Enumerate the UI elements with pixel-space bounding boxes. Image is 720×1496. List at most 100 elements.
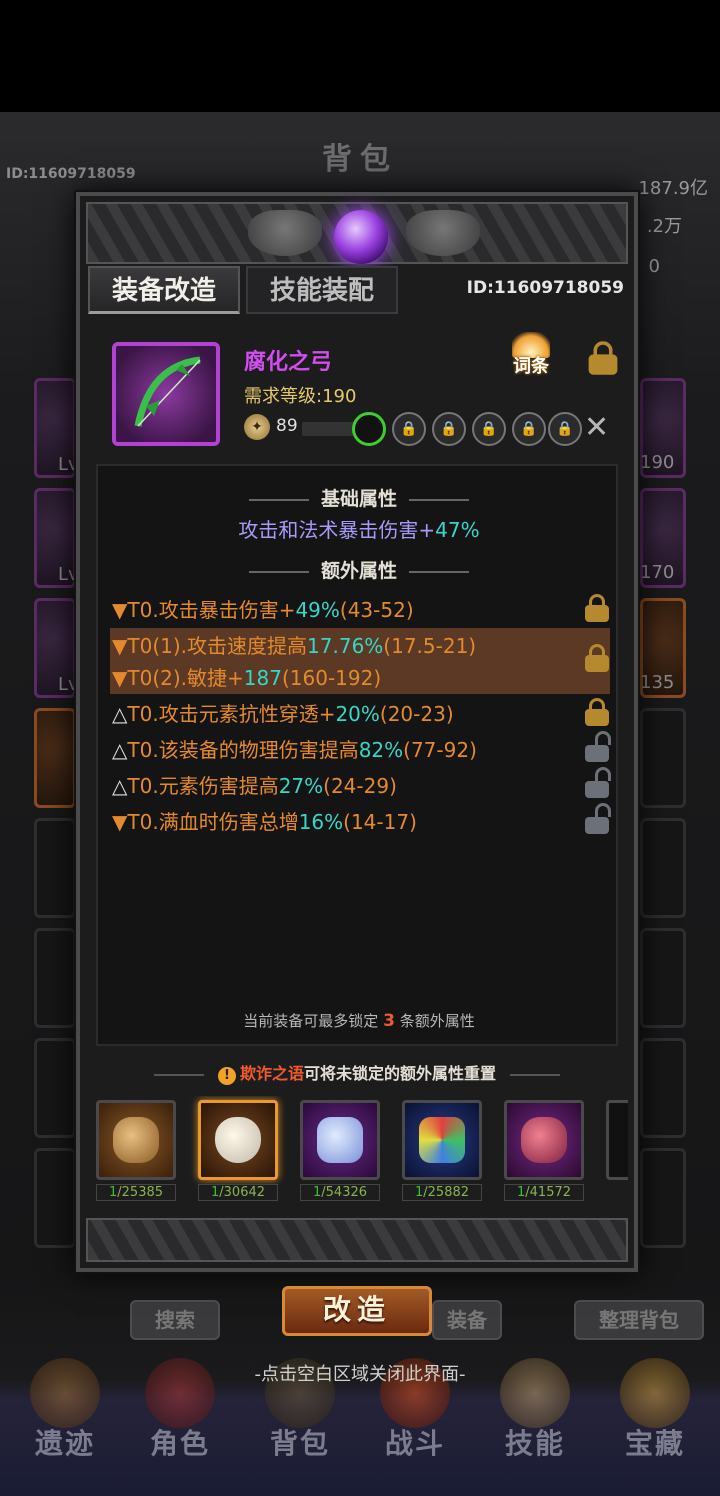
affix-range: (17.5-21) bbox=[383, 634, 477, 658]
note-text: 当前装备可最多锁定 bbox=[243, 1012, 379, 1030]
affix-value: 187 bbox=[243, 666, 282, 690]
hint-text: 可将未锁定的额外属性重置 bbox=[304, 1064, 497, 1083]
affix-text: T0.满血时伤害总增 bbox=[127, 810, 299, 834]
currency-2: .2万 bbox=[646, 216, 682, 237]
search-button[interactable]: 搜索 bbox=[130, 1300, 220, 1340]
affix-prefix: ▼ bbox=[112, 634, 128, 658]
unlock-icon[interactable] bbox=[584, 731, 611, 762]
affix-row[interactable]: △T0.该装备的物理伤害提高82%(77-92) bbox=[112, 734, 612, 763]
material-slot[interactable]: 1/25882 bbox=[400, 1096, 484, 1204]
tab-equipment-transform[interactable]: 装备改造 bbox=[88, 266, 240, 314]
affix-prefix: △ bbox=[112, 738, 128, 762]
bg-item-slot[interactable] bbox=[640, 1148, 686, 1248]
item-name: 腐化之弓 bbox=[244, 350, 333, 375]
material-count: 1/30642 bbox=[198, 1184, 278, 1201]
material-box bbox=[606, 1100, 628, 1180]
affix-row[interactable]: ▼T0.攻击暴击伤害+49%(43-52) bbox=[112, 594, 612, 623]
gold-currency: 187.9亿 bbox=[638, 178, 708, 199]
affix-range: (77-92) bbox=[403, 738, 477, 762]
mask-material-icon bbox=[215, 1117, 261, 1163]
equip-button[interactable]: 装备 bbox=[432, 1300, 502, 1340]
unlock-icon[interactable] bbox=[584, 803, 611, 834]
currency-3: 0 bbox=[648, 256, 660, 277]
affix-value: 16% bbox=[298, 810, 344, 834]
power-icon: ✦ bbox=[244, 414, 270, 440]
bow-icon bbox=[134, 356, 201, 427]
hint-item-name: 欺诈之语 bbox=[239, 1064, 304, 1083]
lock-icon[interactable] bbox=[584, 644, 610, 672]
affix-range: (43-52) bbox=[339, 598, 414, 622]
material-box bbox=[96, 1100, 176, 1180]
affix-text: T0.攻击元素抗性穿透+ bbox=[127, 702, 336, 726]
bg-item-slot[interactable] bbox=[34, 1038, 76, 1138]
bg-item-slot[interactable] bbox=[640, 1038, 686, 1138]
material-count: 1/54326 bbox=[300, 1184, 380, 1201]
affix-text: T0.元素伤害提高 bbox=[127, 774, 279, 798]
item-lock-icon[interactable] bbox=[587, 341, 618, 375]
affix-range: (160-192) bbox=[281, 666, 382, 690]
affix-range: (14-17) bbox=[343, 810, 417, 834]
material-box bbox=[402, 1100, 482, 1180]
bg-item-slot[interactable] bbox=[34, 818, 76, 918]
material-box bbox=[300, 1100, 380, 1180]
socket-locked-icon[interactable]: 🔒 bbox=[548, 412, 582, 446]
lock-limit-note: 当前装备可最多锁定 3 条额外属性 bbox=[98, 1010, 620, 1031]
sort-backpack-button[interactable]: 整理背包 bbox=[574, 1300, 704, 1340]
unlock-icon[interactable] bbox=[584, 767, 611, 798]
material-slot[interactable]: 1/30642 bbox=[196, 1096, 280, 1204]
reset-hint: ! 欺诈之语可将未锁定的额外属性重置 bbox=[80, 1060, 634, 1085]
affix-row[interactable]: ▼T0(1).攻击速度提高17.76%(17.5-21) bbox=[112, 630, 612, 659]
warning-icon: ! bbox=[217, 1067, 236, 1085]
lock-icon[interactable] bbox=[584, 698, 610, 726]
affix-row[interactable]: ▼T0.满血时伤害总增16%(14-17) bbox=[112, 806, 612, 835]
material-slot[interactable]: 1/54326 bbox=[298, 1096, 382, 1204]
affix-row[interactable]: ▼T0(2).敏捷+187(160-192) bbox=[112, 662, 612, 691]
nav-label: 战斗 bbox=[384, 1427, 445, 1460]
material-slot-partial[interactable] bbox=[604, 1096, 628, 1204]
socket-open[interactable] bbox=[352, 412, 386, 446]
item-id: ID:11609718059 bbox=[466, 278, 624, 298]
socket-locked-icon[interactable]: 🔒 bbox=[392, 412, 426, 446]
item-icon[interactable] bbox=[112, 342, 220, 446]
base-attr: 攻击和法术暴击伤害+47% bbox=[98, 514, 620, 543]
transform-button[interactable]: 改造 bbox=[282, 1286, 432, 1336]
demon-mask-icon bbox=[406, 210, 480, 256]
bg-item-slot[interactable] bbox=[640, 928, 686, 1028]
affix-text: T0.该装备的物理伤害提高 bbox=[127, 738, 359, 762]
bottom-ornament bbox=[86, 1218, 628, 1262]
affix-range: (20-23) bbox=[379, 702, 454, 726]
bg-item-slot[interactable] bbox=[34, 1148, 76, 1248]
material-slot[interactable]: 1/41572 bbox=[502, 1096, 586, 1204]
affix-row[interactable]: △T0.元素伤害提高27%(24-29) bbox=[112, 770, 612, 799]
bg-item-slot[interactable] bbox=[640, 708, 686, 808]
equipment-modal: 装备改造 技能装配 ID:11609718059 腐化之弓 需求等级:190 词… bbox=[76, 192, 638, 1272]
close-hint[interactable]: -点击空白区域关闭此界面- bbox=[0, 1360, 720, 1386]
tab-skill-assembly[interactable]: 技能装配 bbox=[246, 266, 398, 314]
nav-label: 角色 bbox=[149, 1427, 210, 1460]
affix-row[interactable]: △T0.攻击元素抗性穿透+20%(20-23) bbox=[112, 698, 612, 727]
lock-icon[interactable] bbox=[584, 594, 610, 622]
nav-label: 技能 bbox=[504, 1427, 565, 1460]
material-count: 1/25882 bbox=[402, 1184, 482, 1201]
material-box bbox=[504, 1100, 584, 1180]
socket-locked-icon[interactable]: 🔒 bbox=[432, 412, 466, 446]
socket-locked-icon[interactable]: 🔒 bbox=[512, 412, 546, 446]
bg-item-slot[interactable] bbox=[640, 818, 686, 918]
orb-material-icon bbox=[113, 1117, 159, 1163]
extra-attr-title: 额外属性 bbox=[98, 556, 620, 583]
affix-text: T0.攻击暴击伤害+ bbox=[127, 598, 296, 622]
attribute-panel: 基础属性 攻击和法术暴击伤害+47% 额外属性 ▼T0.攻击暴击伤害+49%(4… bbox=[96, 464, 618, 1046]
affix-prefix: △ bbox=[112, 774, 128, 798]
bg-item-slot[interactable] bbox=[34, 928, 76, 1028]
item-power: 89 bbox=[276, 416, 298, 436]
base-attr-value: 47% bbox=[435, 518, 480, 542]
demon-mask-icon bbox=[248, 210, 322, 256]
affix-button[interactable]: 词条 bbox=[502, 332, 560, 380]
socket-locked-icon[interactable]: 🔒 bbox=[472, 412, 506, 446]
lock-count: 3 bbox=[383, 1011, 395, 1031]
purple-orb-icon bbox=[334, 210, 388, 264]
material-slot[interactable]: 1/25385 bbox=[94, 1096, 178, 1204]
slot-level: 135 bbox=[640, 672, 675, 693]
affix-prefix: ▼ bbox=[112, 810, 128, 834]
bg-item-slot[interactable] bbox=[34, 708, 76, 808]
